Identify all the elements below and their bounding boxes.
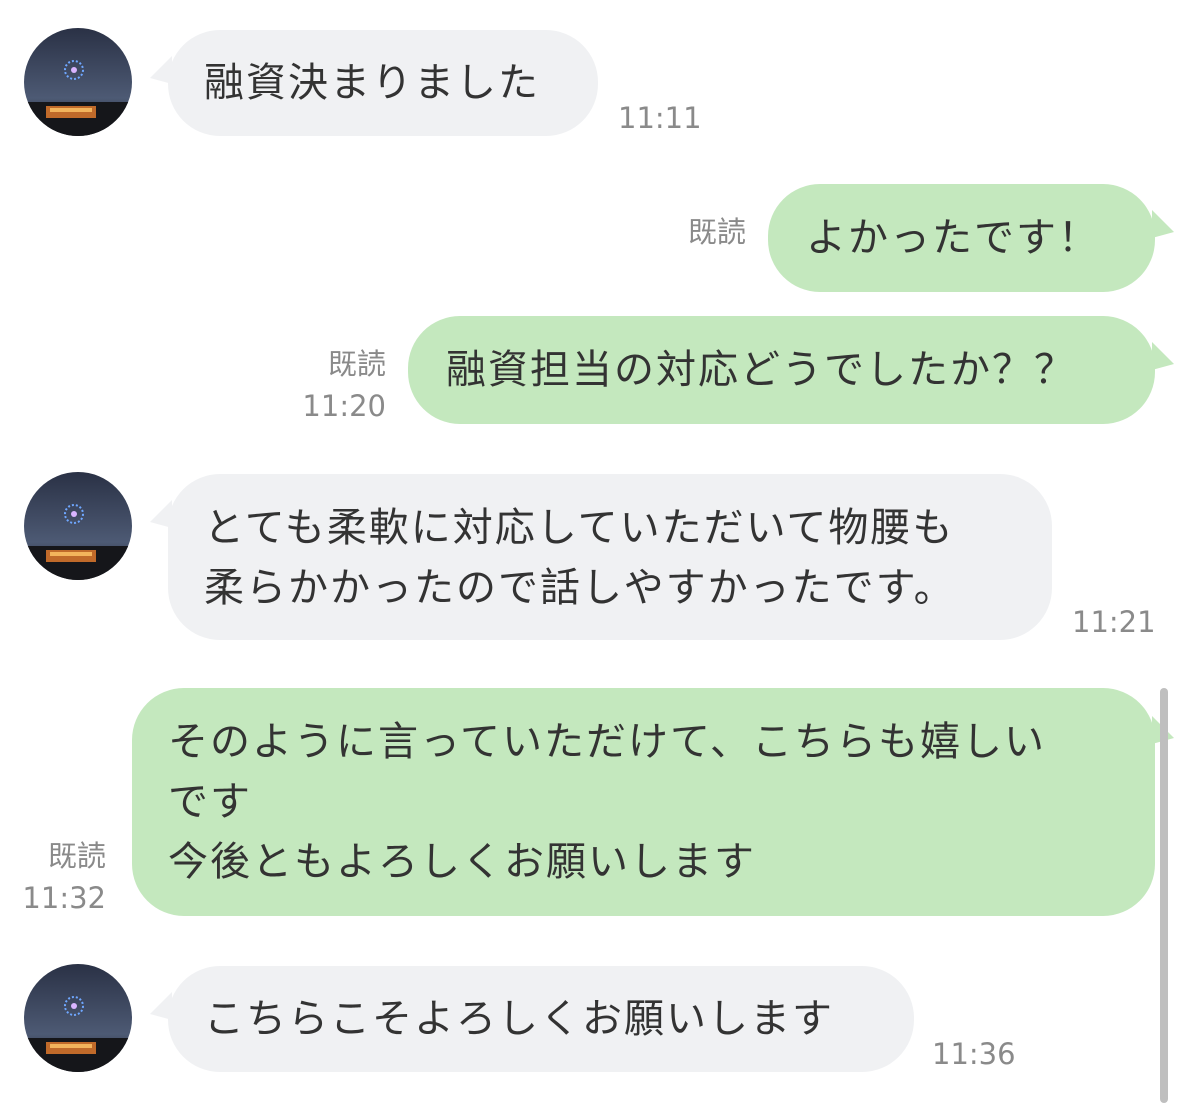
message-bubble-outgoing[interactable]: よかったです！: [768, 184, 1155, 292]
message-time: 11:11: [618, 101, 702, 135]
message-text-line: 融資決まりました: [204, 60, 540, 106]
avatar-night-fireworks-icon: [24, 964, 132, 1072]
scrollbar[interactable]: [1160, 688, 1168, 1103]
message-time: 11:32: [22, 881, 106, 915]
message-text-line: こちらこそよろしくお願いします: [204, 996, 834, 1042]
message-text-line: とても柔軟に対応していただいて物腰も: [204, 505, 955, 551]
read-receipt: 既読: [327, 347, 386, 381]
message-time: 11:20: [302, 389, 386, 423]
avatar[interactable]: [24, 28, 132, 136]
bubble-tail: [1152, 209, 1174, 247]
message-text-line: 融資担当の対応どうでしたか？？: [446, 347, 1076, 393]
bubble-tail: [1152, 341, 1174, 379]
avatar[interactable]: [24, 472, 132, 580]
read-receipt: 既読: [47, 839, 106, 873]
avatar-night-fireworks-icon: [24, 472, 132, 580]
message-bubble-incoming[interactable]: こちらこそよろしくお願いします: [168, 966, 914, 1072]
message-text-line: 今後ともよろしくお願いします: [168, 839, 756, 885]
message-bubble-outgoing[interactable]: そのように言っていただけて、こちらも嬉しい です 今後ともよろしくお願いします: [132, 688, 1155, 916]
message-text-line: よかったです！: [806, 215, 1100, 261]
message-time: 11:36: [932, 1037, 1016, 1071]
message-text-line: そのように言っていただけて、こちらも嬉しい: [168, 719, 1046, 765]
message-time: 11:21: [1072, 605, 1156, 639]
read-receipt: 既読: [687, 215, 746, 249]
avatar-night-fireworks-icon: [24, 28, 132, 136]
message-bubble-outgoing[interactable]: 融資担当の対応どうでしたか？？: [408, 316, 1155, 424]
avatar[interactable]: [24, 964, 132, 1072]
message-bubble-incoming[interactable]: 融資決まりました: [168, 30, 598, 136]
message-text-line: です: [168, 779, 252, 825]
message-bubble-incoming[interactable]: とても柔軟に対応していただいて物腰も 柔らかかったので話しやすかったです。: [168, 474, 1052, 640]
message-text-line: 柔らかかったので話しやすかったです。: [204, 565, 956, 611]
